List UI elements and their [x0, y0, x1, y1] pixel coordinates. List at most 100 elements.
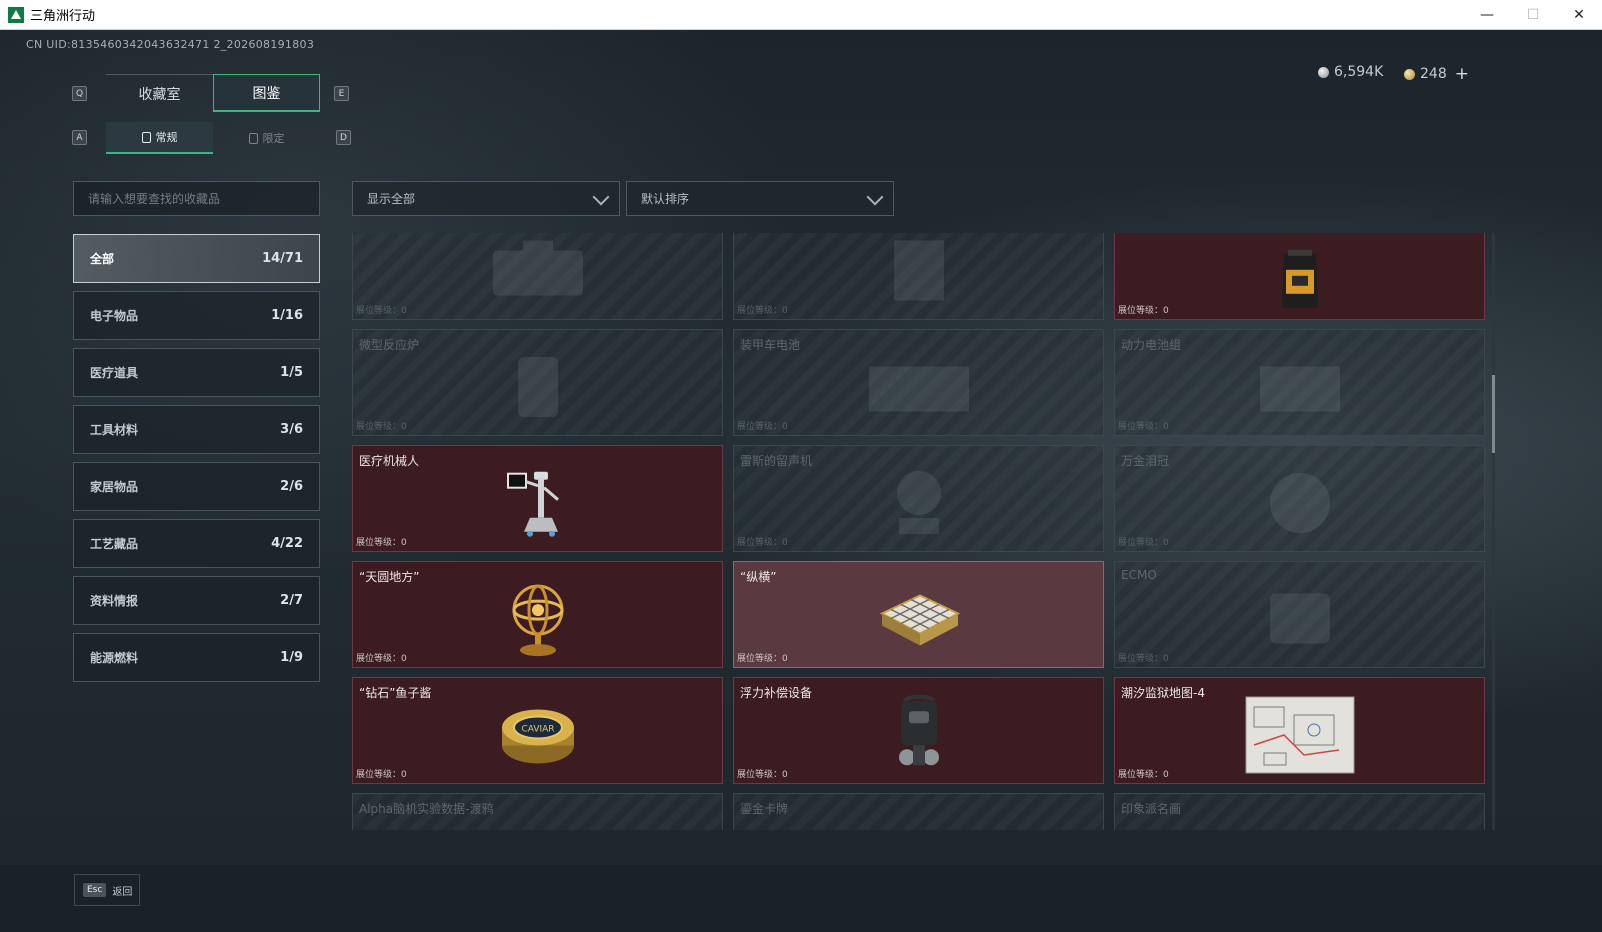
display-level: 展位等级：0	[1118, 770, 1169, 780]
item-name: 医疗机械人	[359, 454, 420, 468]
buoyancy-device-icon	[898, 694, 939, 765]
collection-card[interactable]: 印象派名画	[1114, 793, 1485, 830]
gold-currency: 248 +	[1404, 64, 1469, 84]
add-currency-button[interactable]: +	[1455, 64, 1469, 84]
key-hint-d: D	[336, 130, 351, 145]
category-all[interactable]: 全部 14/71	[73, 234, 320, 283]
category-medical[interactable]: 医疗道具 1/5	[73, 348, 320, 397]
display-level: 展位等级：0	[1118, 654, 1169, 664]
category-intel[interactable]: 资料情报 2/7	[73, 576, 320, 625]
key-hint-q: Q	[72, 86, 87, 101]
chevron-down-icon	[866, 188, 884, 206]
collection-card[interactable]: 动力电池组 展位等级：0	[1114, 329, 1485, 436]
close-button[interactable]: ✕	[1556, 0, 1602, 30]
display-level: 展位等级：0	[356, 306, 407, 316]
search-input[interactable]	[88, 191, 319, 206]
item-name: 万金泪冠	[1121, 454, 1170, 468]
gold-amount: 248	[1420, 66, 1447, 82]
silver-coin-icon	[1318, 66, 1329, 78]
collection-card[interactable]: 装甲车电池 展位等级：0	[733, 329, 1104, 436]
category-crafts[interactable]: 工艺藏品 4/22	[73, 519, 320, 568]
item-name: “钻石”鱼子酱	[359, 686, 432, 700]
minimize-button[interactable]: —	[1464, 0, 1510, 30]
machine-icon	[893, 240, 944, 300]
app-logo-icon	[8, 6, 24, 23]
category-count: 3/6	[280, 422, 303, 437]
maximize-button[interactable]: ☐	[1510, 0, 1556, 30]
display-level: 展位等级：0	[1118, 422, 1169, 432]
display-level: 展位等级：0	[1118, 306, 1169, 316]
power-pack-icon	[1259, 366, 1340, 411]
category-household[interactable]: 家居物品 2/6	[73, 462, 320, 511]
image-icon	[248, 132, 258, 144]
subtab-regular-label: 常规	[155, 131, 178, 144]
collection-card[interactable]: 雷斯的留声机 展位等级：0	[733, 445, 1104, 552]
category-electronics[interactable]: 电子物品 1/16	[73, 291, 320, 340]
phonograph-icon	[896, 470, 941, 534]
collection-card[interactable]: 展位等级：0	[1114, 233, 1485, 320]
collection-card[interactable]: 微型反应炉 展位等级：0	[352, 329, 723, 436]
category-count: 1/16	[271, 308, 303, 323]
item-name: 浮力补偿设备	[740, 686, 813, 700]
chevron-down-icon	[592, 188, 610, 206]
category-count: 4/22	[271, 536, 303, 551]
display-level: 展位等级：0	[737, 770, 788, 780]
grid-scrollbar-track[interactable]	[1492, 233, 1495, 830]
category-count: 1/5	[280, 365, 303, 380]
collection-card[interactable]: 万金泪冠 展位等级：0	[1114, 445, 1485, 552]
gold-coin-icon	[1404, 68, 1415, 80]
footer-bar	[0, 865, 1602, 932]
search-box	[73, 181, 320, 216]
collection-card[interactable]: 展位等级：0	[733, 233, 1104, 320]
svg-text:CAVIAR: CAVIAR	[521, 724, 554, 734]
category-label: 医疗道具	[90, 366, 139, 380]
display-level: 展位等级：0	[356, 538, 407, 548]
window-controls: — ☐ ✕	[1464, 0, 1602, 30]
esc-key-hint: Esc	[83, 883, 107, 897]
tab-catalog[interactable]: 图鉴	[213, 74, 320, 112]
category-energy[interactable]: 能源燃料 1/9	[73, 633, 320, 682]
filter-dropdown[interactable]: 显示全部	[352, 181, 620, 216]
item-name: “纵横”	[740, 570, 777, 584]
category-count: 2/7	[280, 593, 303, 608]
category-count: 2/6	[280, 479, 303, 494]
window-title-bar: 三角洲行动 — ☐ ✕	[0, 0, 1602, 30]
collection-card[interactable]: 展位等级：0	[352, 233, 723, 320]
display-level: 展位等级：0	[356, 422, 407, 432]
collection-card[interactable]: “天圆地方” 展位等级：0	[352, 561, 723, 668]
collection-card[interactable]: ECMO 展位等级：0	[1114, 561, 1485, 668]
collection-card[interactable]: 浮力补偿设备 展位等级：0	[733, 677, 1104, 784]
category-label: 家居物品	[90, 480, 139, 494]
category-label: 工艺藏品	[90, 537, 139, 551]
filter-dropdown-value: 显示全部	[367, 192, 416, 206]
map-icon	[1245, 696, 1354, 773]
player-uid: CN UID:8135460342043632471 2_20260819180…	[26, 38, 315, 51]
grid-scrollbar-thumb[interactable]	[1492, 375, 1495, 453]
game-area: CN UID:8135460342043632471 2_20260819180…	[0, 30, 1602, 932]
collection-card[interactable]: “纵横” 展位等级：0	[733, 561, 1104, 668]
category-label: 资料情报	[90, 594, 139, 608]
sort-dropdown[interactable]: 默认排序	[626, 181, 894, 216]
back-button[interactable]: Esc 返回	[74, 874, 140, 906]
item-name: 潮汐监狱地图-4	[1121, 686, 1205, 700]
display-level: 展位等级：0	[737, 538, 788, 548]
collection-card[interactable]: 鎏金卡牌	[733, 793, 1104, 830]
category-label: 全部	[90, 252, 115, 266]
collection-card[interactable]: 医疗机械人 展位等级：0	[352, 445, 723, 552]
window-title: 三角洲行动	[30, 9, 96, 24]
category-label: 能源燃料	[90, 651, 139, 665]
crown-icon	[1269, 472, 1330, 533]
category-label: 电子物品	[90, 309, 139, 323]
collection-grid: 展位等级：0 展位等级：0 展位等级：0 微型反应炉 展位等级：0 装甲车电池 …	[352, 233, 1485, 830]
collection-card[interactable]: “钻石”鱼子酱 CAVIAR 展位等级：0	[352, 677, 723, 784]
tab-collection-room[interactable]: 收藏室	[106, 74, 213, 112]
collection-card[interactable]: 潮汐监狱地图-4 展位等级：0	[1114, 677, 1485, 784]
subtab-regular[interactable]: 常规	[106, 122, 213, 154]
category-tools[interactable]: 工具材料 3/6	[73, 405, 320, 454]
item-name: Alpha脑机实验数据-渡鸦	[359, 802, 494, 816]
collection-card[interactable]: Alpha脑机实验数据-渡鸦	[352, 793, 723, 830]
reactor-icon	[517, 356, 558, 417]
ecmo-machine-icon	[1269, 593, 1330, 643]
chess-board-icon	[879, 593, 960, 645]
subtab-limited[interactable]: 限定	[213, 122, 320, 154]
